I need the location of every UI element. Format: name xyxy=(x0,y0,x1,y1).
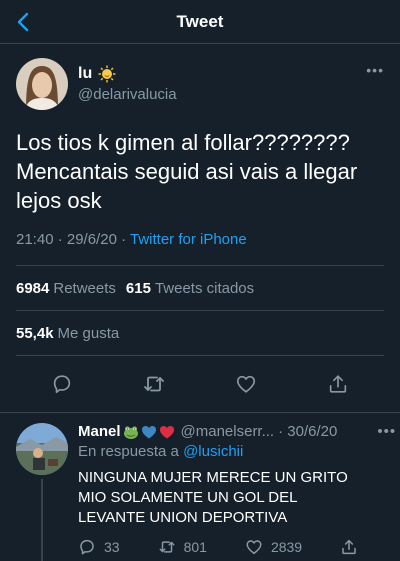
author-avatar[interactable] xyxy=(16,58,68,110)
reply-retweet-button[interactable]: 801 xyxy=(158,538,207,556)
tweet-actions xyxy=(0,356,400,412)
reply-like-count: 2839 xyxy=(270,539,303,555)
reply-icon xyxy=(80,539,94,555)
reply-author-name[interactable]: Manel xyxy=(78,423,121,440)
replying-to-line: En respuesta a @lusichii xyxy=(78,443,396,460)
top-bar: Tweet xyxy=(0,0,400,44)
author-meta: lu @delarivalucia xyxy=(78,65,177,103)
reply-icon xyxy=(53,375,71,394)
frog-emoji-icon xyxy=(123,425,138,439)
more-dots-icon[interactable]: ••• xyxy=(366,62,384,78)
page-title: Tweet xyxy=(176,11,224,31)
author-handle[interactable]: @delarivalucia xyxy=(78,86,177,103)
reply-date: · 30/6/20 xyxy=(278,423,338,440)
thread-line xyxy=(41,479,43,561)
share-icon xyxy=(329,375,347,393)
tweet-timestamp-line: 21:40 · 29/6/20 · Twitter for iPhone xyxy=(16,231,384,251)
like-stats: 55,4k Me gusta xyxy=(16,311,384,355)
likes-label[interactable]: Me gusta xyxy=(58,325,120,342)
retweet-icon xyxy=(159,541,175,553)
more-dots-icon[interactable]: ••• xyxy=(377,423,396,440)
replying-to-prefix: En respuesta a xyxy=(78,443,179,460)
author-name[interactable]: lu xyxy=(78,65,92,83)
stats-block: 6984 Retweets 615 Tweets citados 55,4k M… xyxy=(0,265,400,356)
heart-icon xyxy=(236,375,256,393)
reply-button[interactable] xyxy=(50,372,74,396)
heart-icon xyxy=(246,540,262,555)
reply-author-avatar[interactable] xyxy=(16,423,68,475)
share-icon xyxy=(342,539,356,555)
likes-count[interactable]: 55,4k xyxy=(16,325,54,342)
reply-share-button[interactable] xyxy=(340,538,358,556)
retweets-count[interactable]: 6984 xyxy=(16,280,49,297)
retweets-label[interactable]: Retweets xyxy=(53,280,116,297)
tweet-text: Los tios k gimen al follar???????? Menca… xyxy=(16,130,358,213)
author-name-line: lu xyxy=(78,65,177,83)
red-heart-emoji-icon xyxy=(159,425,174,438)
reply-author-handle[interactable]: @manelserr... xyxy=(181,423,275,440)
retweet-button[interactable] xyxy=(142,372,166,396)
tweet-source-link[interactable]: Twitter for iPhone xyxy=(130,231,247,248)
reply-body: Manel @manelserr... · 30/6/20 ••• En res… xyxy=(78,423,396,561)
share-button[interactable] xyxy=(326,372,350,396)
reply-retweet-count: 801 xyxy=(183,539,207,555)
reply-comment-button[interactable]: 33 xyxy=(78,538,120,556)
sun-emoji-icon xyxy=(98,65,116,83)
reply-header: Manel @manelserr... · 30/6/20 ••• xyxy=(78,423,396,440)
quotes-count[interactable]: 615 xyxy=(126,280,151,297)
reply-tweet[interactable]: Manel @manelserr... · 30/6/20 ••• En res… xyxy=(0,413,400,561)
like-button[interactable] xyxy=(234,372,258,396)
main-tweet: lu @delarivalucia ••• Los tios k gimen a… xyxy=(0,44,400,251)
back-chevron-icon[interactable] xyxy=(12,10,36,34)
reply-actions: 33 801 2839 xyxy=(78,538,396,556)
reply-left-column xyxy=(16,423,68,561)
retweet-icon xyxy=(144,376,164,392)
author-row: lu @delarivalucia ••• xyxy=(16,56,384,112)
reply-text: NINGUNA MUJER MERECE UN GRITO MIO SOLAME… xyxy=(78,469,348,526)
tweet-timestamp: 21:40 · 29/6/20 · xyxy=(16,231,130,248)
replying-to-mention[interactable]: @lusichii xyxy=(183,443,243,460)
quotes-label[interactable]: Tweets citados xyxy=(155,280,254,297)
reply-like-button[interactable]: 2839 xyxy=(245,538,302,556)
blue-heart-emoji-icon xyxy=(141,425,156,438)
retweet-stats: 6984 Retweets 615 Tweets citados xyxy=(16,266,384,310)
reply-comment-count: 33 xyxy=(104,539,120,555)
